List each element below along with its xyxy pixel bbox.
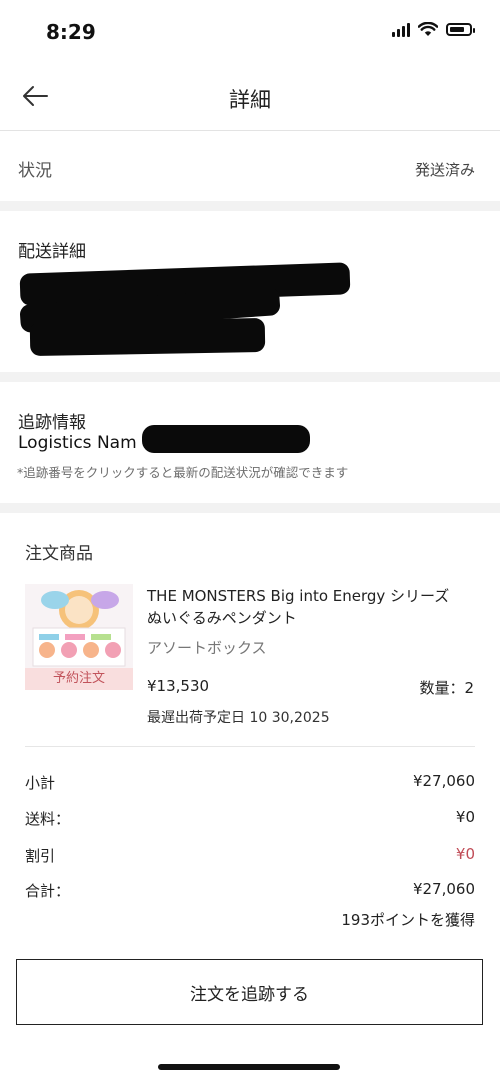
home-indicator[interactable] [158, 1064, 340, 1070]
track-order-button[interactable]: 注文を追跡する [16, 959, 483, 1025]
page-title: 詳細 [229, 88, 271, 112]
logistics-name-label: Logistics Nam [18, 433, 137, 453]
product-name[interactable]: THE MONSTERS Big into Energy シリーズ ぬいぐるみペ… [147, 585, 482, 629]
cellular-signal-icon [392, 22, 410, 37]
battery-level [450, 27, 464, 32]
product-thumbnail-art [25, 584, 133, 669]
shipping-value: ¥0 [455, 808, 475, 826]
order-status-row: 状況 発送済み [0, 131, 500, 201]
product-name-line2: ぬいぐるみペンダント [147, 609, 297, 627]
status-value: 発送済み [414, 161, 475, 179]
status-label: 状況 [18, 161, 52, 181]
points-earned: 193ポイントを獲得 [341, 911, 475, 929]
total-value: ¥27,060 [412, 880, 475, 898]
subtotal-label: 小計 [25, 774, 56, 792]
tracking-info-title: 追跡情報 [18, 413, 86, 433]
nav-bar: 詳細 [0, 62, 500, 131]
divider [25, 746, 475, 747]
product-quantity: 数量：2 [419, 679, 474, 697]
product-name-line1: THE MONSTERS Big into Energy シリーズ [147, 587, 450, 605]
order-items-title: 注文商品 [25, 544, 93, 564]
delivery-details-title: 配送詳細 [18, 242, 86, 262]
status-time: 8:29 [46, 20, 96, 44]
preorder-badge: 予約注文 [25, 668, 133, 690]
product-variant: アソートボックス [147, 639, 267, 657]
wifi-icon [418, 22, 438, 36]
status-icons [392, 22, 475, 37]
latest-ship-date: 最遅出荷予定日 10 30,2025 [147, 710, 330, 726]
discount-label: 割引 [25, 847, 56, 865]
status-bar: 8:29 [0, 0, 500, 62]
section-separator [0, 201, 500, 211]
battery-icon [446, 23, 475, 36]
shipping-label: 送料： [25, 810, 71, 828]
redacted-tracking-number[interactable] [142, 425, 310, 453]
total-label: 合計： [25, 882, 71, 900]
subtotal-value: ¥27,060 [412, 772, 475, 790]
tracking-hint: *追跡番号をクリックすると最新の配送状況が確認できます [17, 465, 349, 480]
product-price: ¥13,530 [147, 677, 210, 695]
section-separator [0, 372, 500, 382]
discount-value: ¥0 [455, 845, 475, 863]
section-separator [0, 503, 500, 513]
